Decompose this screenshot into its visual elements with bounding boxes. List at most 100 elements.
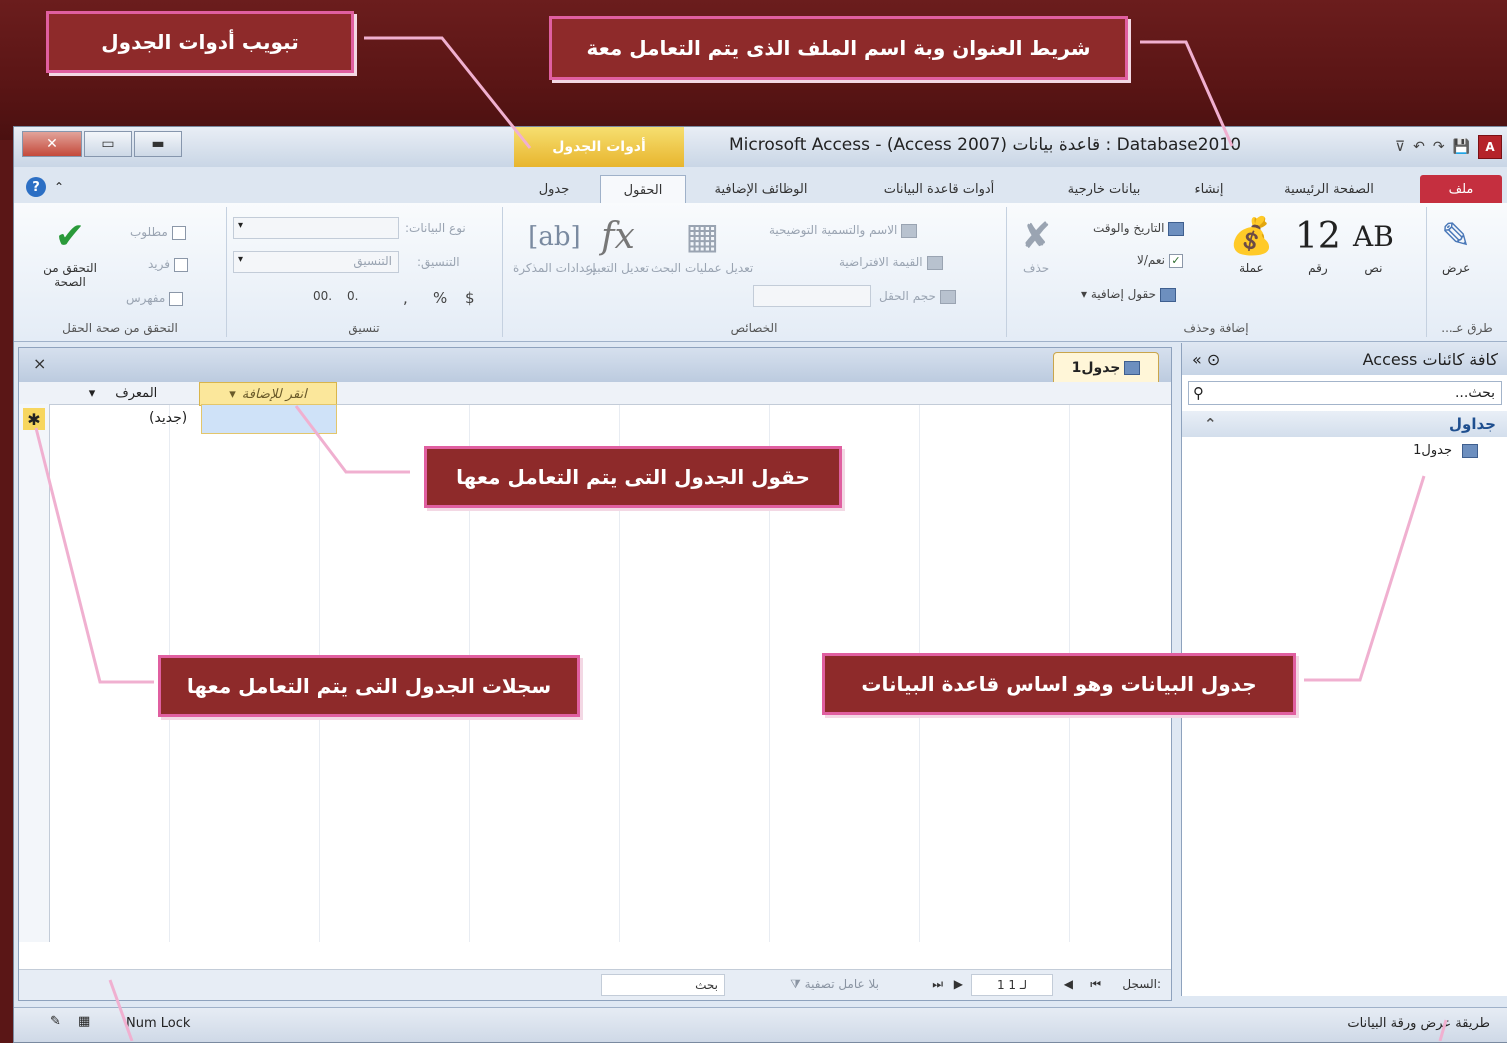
tab-home[interactable]: الصفحة الرئيسية <box>1259 175 1399 203</box>
view-button[interactable]: ✎ عرض <box>1441 213 1471 275</box>
modify-expression-button[interactable]: fx تعديل التعبير <box>587 213 649 275</box>
record-label: السجل: <box>1122 977 1161 991</box>
number-field-button[interactable]: 12 رقم <box>1295 213 1341 275</box>
datetime-field-button[interactable]: التاريخ والوقت <box>1093 221 1185 236</box>
close-document-icon[interactable]: × <box>33 354 46 373</box>
callout-table-records: سجلات الجدول التى يتم التعامل معها <box>158 655 580 717</box>
first-record-icon[interactable]: ⏮ <box>1090 977 1101 992</box>
nav-search-input[interactable]: بحث... ⚲ <box>1188 381 1502 405</box>
record-selector-column <box>19 404 50 942</box>
access-window: ✕ ▭ ▬ أدوات الجدول Microsoft Access - (A… <box>13 126 1507 1043</box>
tab-table[interactable]: جدول <box>514 175 594 203</box>
number-field-icon: 12 <box>1295 216 1341 257</box>
tab-add-ins[interactable]: الوظائف الإضافية <box>696 175 826 203</box>
undo-icon[interactable]: ↶ <box>1413 139 1425 155</box>
quick-access-toolbar: ⊽ ↶ ↷ 💾 A <box>1395 135 1502 159</box>
nav-group-tables[interactable]: جداول ⌃ <box>1182 411 1507 437</box>
nav-header: كافة كائنات Access ⊙ » <box>1182 343 1507 375</box>
currency-format-button[interactable]: $ <box>465 289 475 307</box>
table-tab-icon <box>1124 361 1141 375</box>
tab-external-data[interactable]: بيانات خارجية <box>1044 175 1164 203</box>
currency-field-button[interactable]: 💰 عملة <box>1229 213 1274 275</box>
nav-item-table1[interactable]: جدول1 <box>1182 437 1507 464</box>
data-type-label: نوع البيانات: <box>405 221 466 235</box>
customize-qat-icon[interactable]: ⊽ <box>1395 139 1405 155</box>
percent-format-button[interactable]: % <box>433 289 447 307</box>
minimize-ribbon-icon[interactable]: ⌃ <box>54 180 64 194</box>
save-icon[interactable]: 💾 <box>1453 139 1470 155</box>
nav-item-label: جدول1 <box>1413 443 1452 458</box>
access-app-icon[interactable]: A <box>1478 135 1502 159</box>
tab-database-tools[interactable]: أدوات قاعدة البيانات <box>854 175 1024 203</box>
increase-decimals-button[interactable]: .00 <box>313 289 332 303</box>
name-caption-button[interactable]: الاسم والتسمية التوضيحية <box>769 223 918 238</box>
validation-button[interactable]: ✔ التحقق من الصحة <box>32 213 108 289</box>
new-id-cell[interactable]: (جديد) <box>149 404 187 432</box>
required-check-icon <box>171 225 186 240</box>
maximize-button[interactable]: ▭ <box>84 131 132 157</box>
unique-checkbox[interactable]: فريد <box>148 257 188 272</box>
callout-table-fields: حقول الجدول التى يتم التعامل معها <box>424 446 842 508</box>
nav-group-label: جداول <box>1449 415 1496 433</box>
nav-title[interactable]: كافة كائنات Access <box>1363 350 1498 369</box>
yesno-field-button[interactable]: ✓نعم/لا <box>1137 253 1184 268</box>
default-value-button[interactable]: القيمة الافتراضية <box>839 255 943 270</box>
memo-icon: [ab] <box>528 222 581 252</box>
add-delete-group-label: إضافة وحذف <box>1183 321 1249 335</box>
prev-record-icon[interactable]: ◀ <box>1064 977 1073 991</box>
unique-check-icon <box>174 257 188 272</box>
more-fields-button[interactable]: حقول إضافية ▾ <box>1081 287 1177 302</box>
document-tab-bar: جدول1 × <box>19 348 1171 383</box>
text-field-button[interactable]: AB نص <box>1353 213 1394 275</box>
ribbon-tab-strip: ? ⌃ جدول الحقول الوظائف الإضافية أدوات ق… <box>14 167 1507 204</box>
datasheet-view-icon[interactable]: ▦ <box>78 1014 90 1029</box>
nav-collapse-icon[interactable]: ⊙ » <box>1192 350 1220 369</box>
search-icon[interactable]: ⚲ <box>1193 382 1204 404</box>
indexed-checkbox[interactable]: مفهرس <box>126 291 184 306</box>
delete-icon: ✘ <box>1021 216 1052 257</box>
tab-fields[interactable]: الحقول <box>600 175 686 204</box>
number-field-label: رقم <box>1308 261 1328 275</box>
required-checkbox[interactable]: مطلوب <box>130 225 186 240</box>
delete-field-button[interactable]: ✘ حذف <box>1021 213 1051 275</box>
new-record-icon[interactable]: ✱ <box>23 408 45 430</box>
tab-file[interactable]: ملف <box>1420 175 1502 203</box>
help-icon[interactable]: ? <box>26 177 46 197</box>
group-views: ✎ عرض طرق عـ... <box>1426 207 1507 337</box>
search-box[interactable]: بحث <box>601 974 725 996</box>
modify-lookups-icon: ▦ <box>685 216 720 257</box>
new-add-cell[interactable] <box>201 404 337 434</box>
function-icon: fx <box>601 216 635 257</box>
collapse-group-icon[interactable]: ⌃ <box>1204 415 1217 433</box>
filter-icon: ⧩ <box>790 977 805 991</box>
modify-lookups-button[interactable]: ▦ تعديل عمليات البحث <box>651 213 753 275</box>
format-dropdown[interactable]: ▾ التنسيق <box>233 251 399 273</box>
design-view-icon[interactable]: ✎ <box>50 1014 61 1029</box>
field-size-input[interactable] <box>753 285 871 307</box>
next-record-icon[interactable]: ▶ <box>954 977 963 991</box>
more-fields-icon <box>1160 287 1177 302</box>
close-window-button[interactable]: ✕ <box>22 131 82 157</box>
tab-create[interactable]: إنشاء <box>1174 175 1244 203</box>
record-navigation-bar: السجل: ⏮ ◀ 1 لـ 1 ▶ ⏭ ⧩ بلا عامل تصفية ب… <box>19 969 1171 1000</box>
redo-icon[interactable]: ↷ <box>1433 139 1445 155</box>
validation-icon: ✔ <box>54 216 86 257</box>
last-record-icon[interactable]: ⏭ <box>932 977 943 992</box>
status-view-text: طريقة عرض ورقة البيانات <box>1347 1016 1490 1031</box>
column-header-id[interactable]: المعرف ▾ <box>49 382 197 404</box>
views-group-label: طرق عـ... <box>1441 321 1493 335</box>
document-tab-table1[interactable]: جدول1 <box>1053 352 1159 383</box>
decrease-decimals-button[interactable]: .0 <box>347 289 358 303</box>
nav-search-placeholder: بحث... <box>1454 385 1495 401</box>
table-tools-context-tab: أدوات الجدول <box>514 127 684 167</box>
window-title: Microsoft Access - (Access 2007) قاعدة ب… <box>729 135 1242 155</box>
record-position-input[interactable]: 1 لـ 1 <box>971 974 1053 996</box>
comma-format-button[interactable]: , <box>403 289 408 307</box>
group-add-delete: AB نص 12 رقم 💰 عملة التاريخ والوقت ✓نعم/… <box>1006 207 1425 337</box>
data-type-dropdown[interactable]: ▾ <box>233 217 399 239</box>
memo-settings-button[interactable]: [ab] إعدادات المذكرة <box>513 213 596 275</box>
column-header-click-to-add[interactable]: انقر للإضافة ▾ <box>199 382 337 406</box>
no-filter-button[interactable]: ⧩ بلا عامل تصفية <box>790 977 879 992</box>
delete-label: حذف <box>1023 261 1050 275</box>
minimize-button[interactable]: ▬ <box>134 131 182 157</box>
